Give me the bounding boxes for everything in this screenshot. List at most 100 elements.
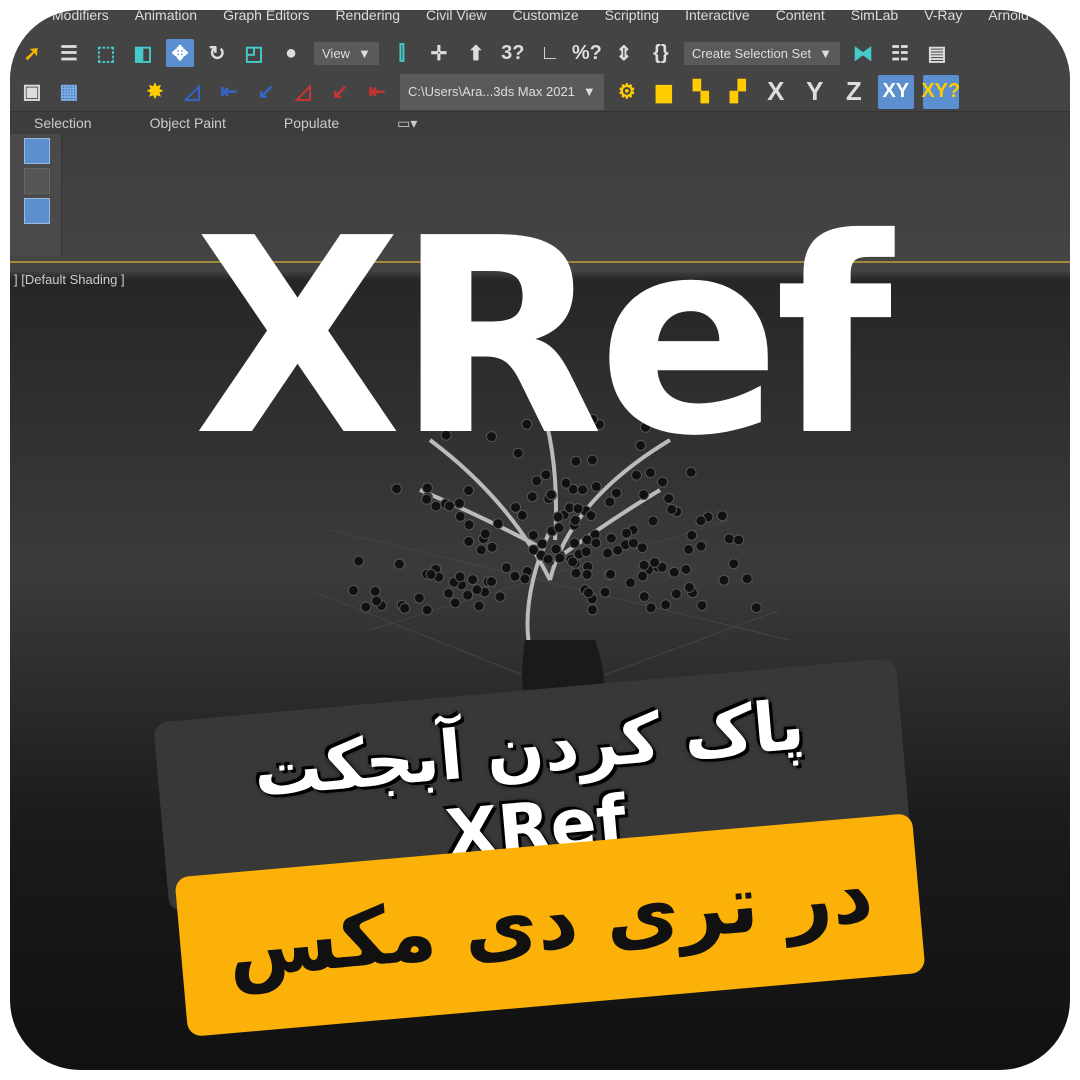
menu-interactive[interactable]: Interactive: [685, 10, 750, 32]
ribbon-tabs: Selection Object Paint Populate ▭▾: [10, 112, 1070, 134]
move-icon[interactable]: ✥: [166, 39, 194, 67]
mirror-icon[interactable]: ⧓: [849, 39, 877, 67]
berry: [444, 500, 456, 512]
berry: [605, 532, 617, 544]
table-icon[interactable]: ▦: [55, 78, 83, 106]
place-icon[interactable]: ●: [277, 39, 305, 67]
layer-explorer-icon[interactable]: ▤: [923, 39, 951, 67]
snap-3d-icon[interactable]: 3?: [499, 39, 527, 67]
berry: [602, 547, 614, 559]
light-icon[interactable]: [24, 138, 50, 164]
xref-tree-icon[interactable]: ▞: [724, 78, 752, 106]
path-dropdown[interactable]: C:\Users\Ara...3ds Max 2021 ▼: [400, 73, 604, 110]
berry: [443, 587, 455, 599]
berry: [360, 601, 372, 613]
menu-content[interactable]: Content: [776, 10, 825, 32]
berry: [473, 600, 485, 612]
berry: [570, 567, 582, 579]
menu-arnold[interactable]: Arnold: [988, 10, 1028, 32]
pivot-icon[interactable]: ⫿: [388, 39, 416, 67]
berry: [500, 562, 512, 574]
axis-z-button[interactable]: Z: [839, 76, 869, 107]
angle-snap-icon[interactable]: ∟: [536, 39, 564, 67]
chevron-down-icon: ▼: [357, 45, 371, 61]
menu-civil-view[interactable]: Civil View: [426, 10, 486, 32]
tool-icon-3[interactable]: ↙: [252, 78, 280, 106]
berry: [454, 571, 466, 583]
berry: [516, 509, 528, 521]
berry: [695, 540, 707, 552]
ribbon-options-icon[interactable]: ▭▾: [397, 115, 417, 132]
tool-icon-2[interactable]: ⇤: [215, 78, 243, 106]
berry: [668, 566, 680, 578]
berry: [510, 501, 522, 513]
chevron-down-icon: ▼: [819, 45, 832, 61]
select-by-name-icon[interactable]: ☰: [55, 39, 83, 67]
align-icon[interactable]: ☷: [886, 39, 914, 67]
berry: [421, 604, 433, 616]
rect-selection-icon[interactable]: ⬚: [92, 39, 120, 67]
window-crossing-icon[interactable]: ◧: [129, 39, 157, 67]
percent-snap-icon[interactable]: %?: [572, 39, 602, 67]
berry: [680, 563, 692, 575]
berry: [347, 584, 359, 596]
scale-icon[interactable]: ◰: [240, 39, 268, 67]
rotate-icon[interactable]: ↻: [203, 39, 231, 67]
explode-icon[interactable]: ✸: [141, 78, 169, 106]
menu-graph-editors[interactable]: Graph Editors: [223, 10, 309, 32]
berry: [581, 569, 593, 581]
axis-y-button[interactable]: Y: [800, 76, 830, 107]
menu-simlab[interactable]: SimLab: [851, 10, 898, 32]
menu-vray[interactable]: V-Ray: [924, 10, 962, 32]
berry: [509, 570, 521, 582]
tab-object-paint[interactable]: Object Paint: [150, 115, 226, 131]
tab-selection[interactable]: Selection: [34, 115, 92, 131]
berry: [454, 510, 466, 522]
xref-folder-icon[interactable]: ▆: [650, 78, 678, 106]
tool-icon-4[interactable]: ◿: [289, 78, 317, 106]
named-selection-icon[interactable]: {}: [647, 39, 675, 67]
berry: [519, 573, 531, 585]
axis-x-button[interactable]: X: [761, 76, 791, 107]
menu-rendering[interactable]: Rendering: [335, 10, 400, 32]
berry: [696, 599, 708, 611]
berry: [353, 555, 365, 567]
berry: [553, 522, 565, 534]
xref-hierarchy-icon[interactable]: ▚: [687, 78, 715, 106]
berry: [554, 552, 566, 564]
tool-icon-6[interactable]: ⇤: [363, 78, 391, 106]
spinner-snap-icon[interactable]: ⇕: [610, 39, 638, 67]
berry: [467, 574, 479, 586]
tab-populate[interactable]: Populate: [284, 115, 339, 131]
tool-icon-5[interactable]: ↙: [326, 78, 354, 106]
menu-animation[interactable]: Animation: [135, 10, 197, 32]
berry: [604, 496, 616, 508]
selection-set-dropdown[interactable]: Create Selection Set ▼: [683, 41, 840, 65]
select-icon[interactable]: ➚: [18, 39, 46, 67]
berry: [695, 515, 707, 527]
axis-xy-button[interactable]: XY: [877, 74, 914, 109]
berry: [683, 581, 695, 593]
berry: [369, 585, 381, 597]
headline: XRef: [193, 180, 893, 495]
berry: [585, 510, 597, 522]
berry: [494, 591, 506, 603]
berry: [486, 541, 498, 553]
xref-settings-icon[interactable]: ⚙: [613, 78, 641, 106]
menu-scripting[interactable]: Scripting: [605, 10, 659, 32]
berry: [750, 602, 762, 614]
berry: [627, 537, 639, 549]
keyboard-shortcut-icon[interactable]: ⬆: [462, 39, 490, 67]
menu-modifiers[interactable]: Modifiers: [52, 10, 109, 32]
axis-xy-snap-button[interactable]: XY?: [921, 74, 960, 109]
berry: [425, 568, 437, 580]
berry: [728, 558, 740, 570]
berry: [572, 503, 584, 515]
dropdown-value: View: [322, 45, 350, 61]
menu-customize[interactable]: Customize: [512, 10, 578, 32]
berry: [683, 543, 695, 555]
viewport-icon[interactable]: ▣: [18, 78, 46, 106]
tool-icon-1[interactable]: ◿: [178, 78, 206, 106]
reference-coord-dropdown[interactable]: View ▼: [314, 41, 379, 65]
manipulate-icon[interactable]: ✛: [425, 39, 453, 67]
